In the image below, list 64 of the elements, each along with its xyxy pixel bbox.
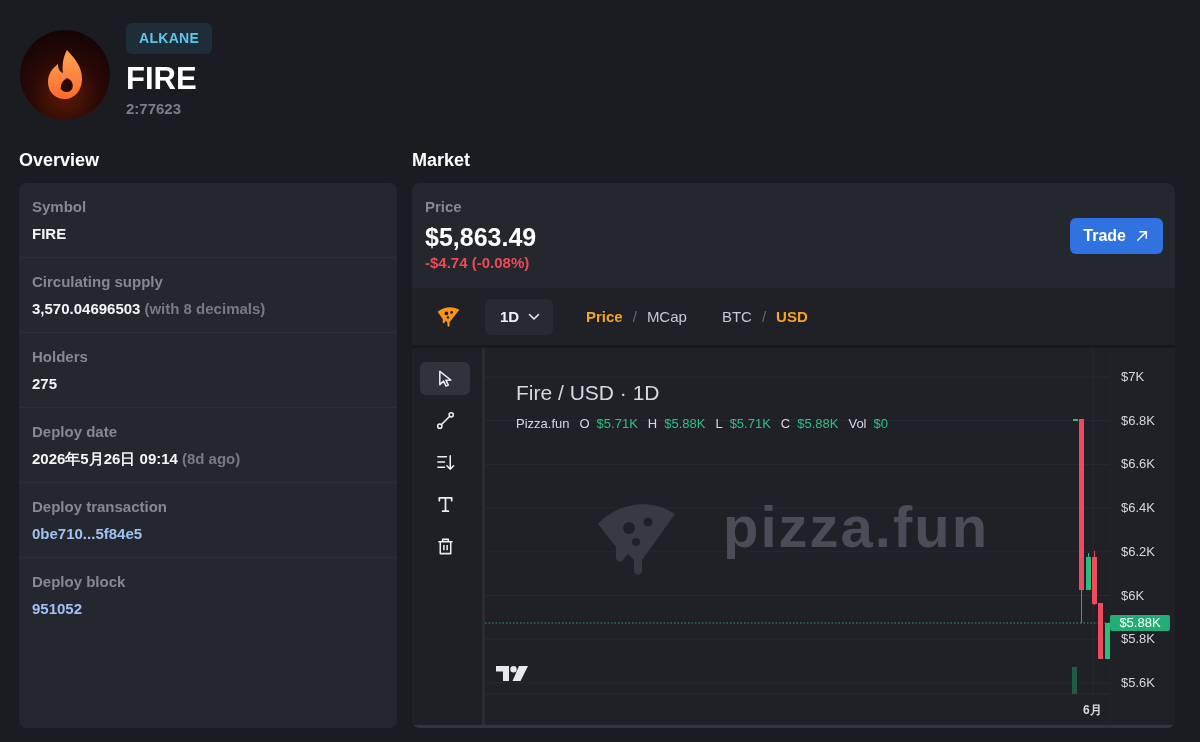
type-badge: ALKANE [126,23,213,54]
price-label: Price [425,196,463,217]
field-note: (8d ago) [181,450,241,467]
field-label: Deploy block [32,572,127,592]
option-toggle[interactable]: MCap [646,308,687,325]
price-axis-label: $5.6K [1121,674,1155,691]
section-title: Overview [19,149,101,171]
legend-value: $5.88K [664,416,706,432]
legend-value: $5.71K [729,416,771,432]
legend-key: Vol [848,416,867,432]
price-axis-label: $6K [1121,587,1145,604]
last-price-label: $5.88K [1110,615,1170,631]
field-label: Holders [32,347,89,367]
price-axis-label: $6.8K [1121,412,1155,429]
trade-button[interactable]: Trade [1070,217,1163,254]
field-value: 3,570.04696503 [32,300,141,317]
option-toggle[interactable]: USD [776,308,808,325]
caret-icon [528,312,541,321]
price-axis-label: $6.4K [1121,500,1155,517]
legend-source: Pizza.fun [516,416,570,432]
option-toggle[interactable]: Price [586,308,623,325]
interval-dropdown[interactable]: 1D [485,298,553,335]
legend-key: C [780,416,791,432]
sort-descending-icon [435,453,455,472]
field-value: FIRE [32,225,67,242]
field-note: (with 8 decimals) [144,300,266,317]
legend-value: $5.71K [596,416,638,432]
legend-value: $0 [873,416,888,432]
arrow-up-right-icon [1136,229,1148,242]
field-label: Deploy date [32,422,119,442]
pizza-slice-icon[interactable] [436,305,461,328]
volume-bar [1072,667,1077,694]
option-separator: / [761,308,767,325]
option-toggle[interactable]: BTC [721,308,752,325]
chart-logo-icon [496,665,528,682]
field-value: 275 [32,375,58,392]
price-axis-label: $6.2K [1121,543,1155,560]
legend-key: O [579,416,590,432]
price-value: $5,863.49 [425,221,537,253]
value-link[interactable]: 0be710...5f84e5 [32,525,143,542]
field-label: Deploy transaction [32,497,169,517]
line-segment-icon [435,411,455,430]
token-name: FIRE [126,61,197,97]
price-change: -$4.74 (-0.08%) [425,252,531,273]
legend-value: $5.88K [797,416,839,432]
chart-title: Fire / USD · 1D [516,380,660,406]
trash-icon [435,537,455,556]
candle [1105,623,1110,659]
legend-key: H [647,416,658,432]
text-tool-icon [435,495,455,514]
section-title: Market [412,149,472,171]
price-axis-label: $5.8K [1121,631,1155,648]
legend-key: L [715,416,723,432]
value-link[interactable]: 951052 [32,600,83,617]
field-label: Circulating supply [32,272,164,292]
flame-logo-icon [20,30,110,120]
price-axis-label: $6.6K [1121,456,1155,473]
price-axis-label: $7K [1121,369,1145,385]
field-value: 2026年5月26日 09:14 [32,450,178,467]
time-axis-label: 6月 [1083,702,1102,718]
cursor-tool-button[interactable] [420,362,470,395]
option-separator: / [632,308,637,325]
field-label: Symbol [32,197,88,217]
token-id: 2:77623 [126,99,182,118]
